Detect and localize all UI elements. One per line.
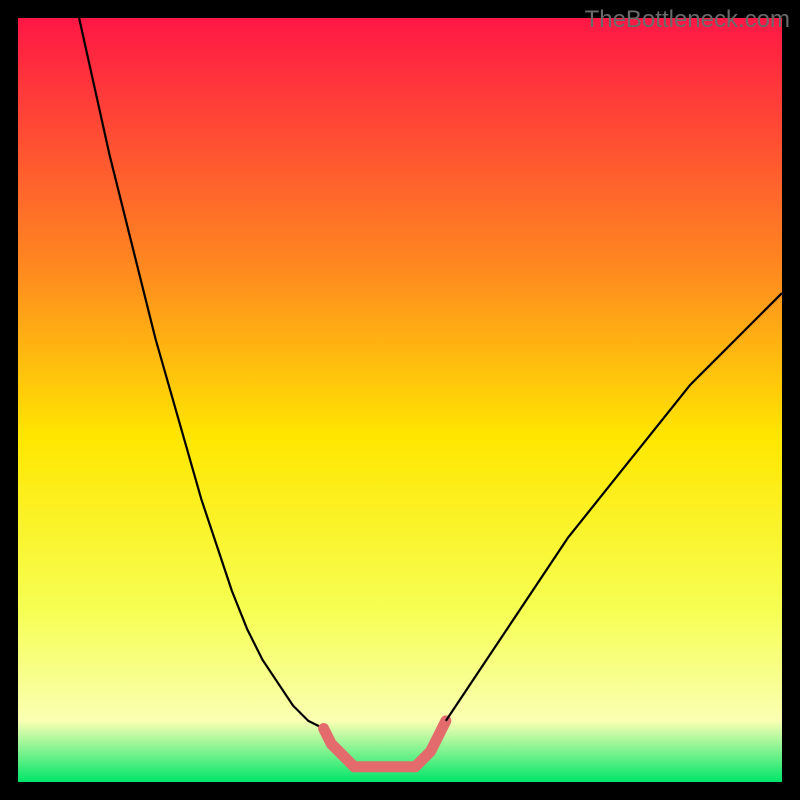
plot-background (18, 18, 782, 782)
watermark-text: TheBottleneck.com (585, 6, 790, 34)
chart-frame: TheBottleneck.com (0, 0, 800, 800)
bottleneck-chart (0, 0, 800, 800)
